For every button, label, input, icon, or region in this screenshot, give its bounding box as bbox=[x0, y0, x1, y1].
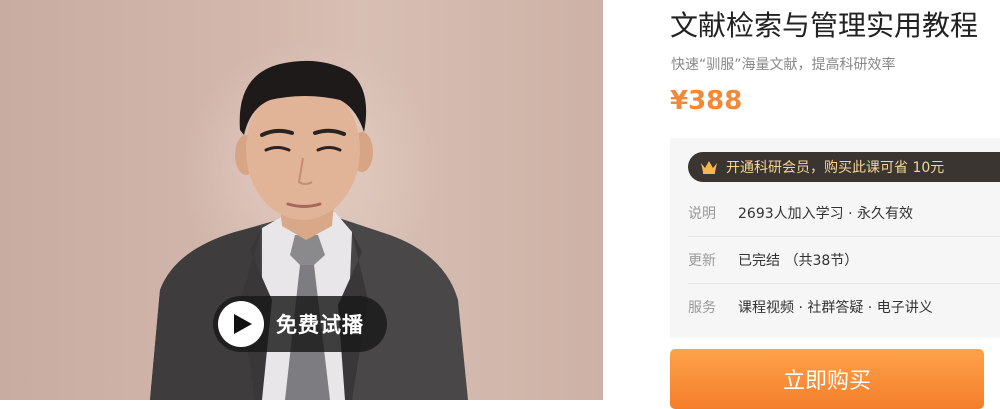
free-preview-label: 免费试播 bbox=[276, 313, 364, 337]
info-value: 已完结 （共38节） bbox=[738, 253, 859, 269]
info-key: 服务 bbox=[688, 300, 716, 316]
play-icon bbox=[218, 301, 264, 347]
course-subtitle: 快速“驯服”海量文献，提高科研效率 bbox=[671, 57, 896, 73]
info-row-description: 说明 2693人加入学习 · 永久有效 bbox=[688, 190, 1000, 236]
free-preview-button[interactable]: 免费试播 bbox=[213, 296, 387, 352]
buy-now-button[interactable]: 立即购买 bbox=[670, 349, 984, 409]
info-value: 2693人加入学习 · 永久有效 bbox=[738, 206, 913, 222]
info-key: 说明 bbox=[688, 206, 716, 222]
course-video-preview[interactable]: 免费试播 bbox=[0, 0, 603, 400]
info-row-service: 服务 课程视频 · 社群答疑 · 电子讲义 bbox=[688, 283, 1000, 330]
info-value: 课程视频 · 社群答疑 · 电子讲义 bbox=[738, 300, 933, 316]
course-price: ¥388 bbox=[670, 86, 743, 116]
crown-icon bbox=[700, 160, 718, 174]
info-row-update: 更新 已完结 （共38节） bbox=[688, 236, 1000, 283]
vip-banner-text: 开通科研会员，购买此课可省 10元 bbox=[726, 160, 945, 176]
course-title: 文献检索与管理实用教程 bbox=[670, 9, 979, 42]
info-key: 更新 bbox=[688, 253, 716, 269]
vip-membership-banner[interactable]: 开通科研会员，购买此课可省 10元 bbox=[688, 152, 1000, 182]
